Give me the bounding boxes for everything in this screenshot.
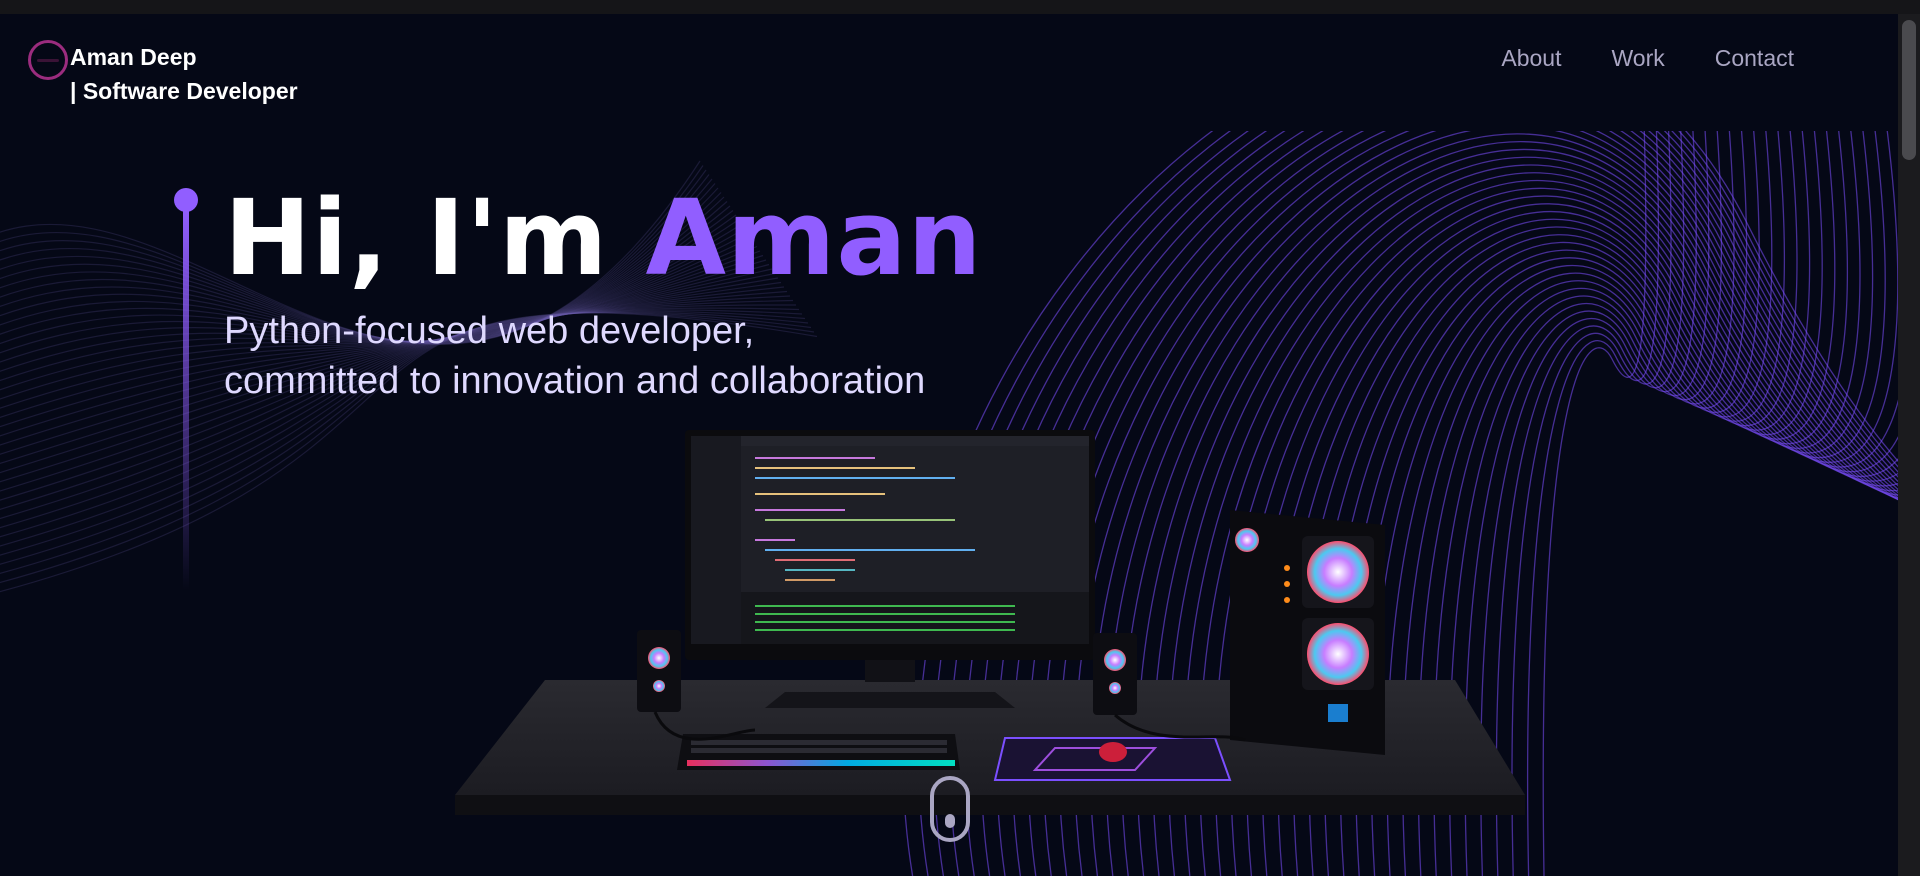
desktop-pc-3d-model[interactable] bbox=[455, 430, 1525, 830]
case-fan-top bbox=[1307, 541, 1369, 603]
nav-link-contact[interactable]: Contact bbox=[1715, 42, 1794, 74]
right-speaker bbox=[1093, 633, 1137, 715]
brand[interactable]: Aman Deep | Software Developer bbox=[70, 40, 298, 108]
editor-tabs bbox=[741, 436, 1089, 446]
navbar: Aman Deep | Software Developer About Wor… bbox=[0, 14, 1898, 131]
logo-icon[interactable] bbox=[28, 40, 68, 80]
brand-name: Aman Deep bbox=[70, 44, 197, 70]
monitor-neck bbox=[865, 660, 915, 682]
hero-subtitle: Python-focused web developer, committed … bbox=[224, 306, 1124, 406]
left-speaker bbox=[637, 630, 681, 712]
nav-links: About Work Contact bbox=[1501, 42, 1794, 74]
page-scrollbar[interactable] bbox=[1898, 14, 1920, 876]
desk-edge bbox=[455, 795, 1525, 815]
accent-bar bbox=[183, 210, 189, 590]
editor-terminal bbox=[741, 592, 1089, 644]
hero-subtitle-line2: committed to innovation and collaboratio… bbox=[224, 360, 926, 402]
hero-subtitle-line1: Python-focused web developer, bbox=[224, 310, 755, 352]
wave-line-right bbox=[1511, 131, 1672, 876]
accent-dot bbox=[174, 188, 198, 212]
browser-top-strip bbox=[0, 0, 1920, 14]
wave-line-right bbox=[1526, 131, 1660, 876]
scroll-down-indicator[interactable] bbox=[930, 776, 970, 842]
nav-link-about[interactable]: About bbox=[1501, 42, 1561, 74]
desk-scene-graphic bbox=[455, 430, 1525, 815]
hero-title-greeting: Hi, I'm bbox=[224, 177, 646, 299]
brand-role: | Software Developer bbox=[70, 78, 298, 104]
monitor-base bbox=[765, 692, 1015, 708]
scrollbar-thumb[interactable] bbox=[1902, 20, 1916, 160]
editor-sidebar bbox=[691, 436, 741, 644]
hero-title-name: Aman bbox=[645, 177, 983, 299]
mouse bbox=[1099, 742, 1127, 762]
scroll-dot-icon bbox=[945, 814, 955, 828]
case-fan-bottom bbox=[1307, 623, 1369, 685]
hero-title: Hi, I'm Aman bbox=[224, 178, 983, 298]
nav-link-work[interactable]: Work bbox=[1611, 42, 1664, 74]
hero-accent-line bbox=[174, 188, 198, 590]
